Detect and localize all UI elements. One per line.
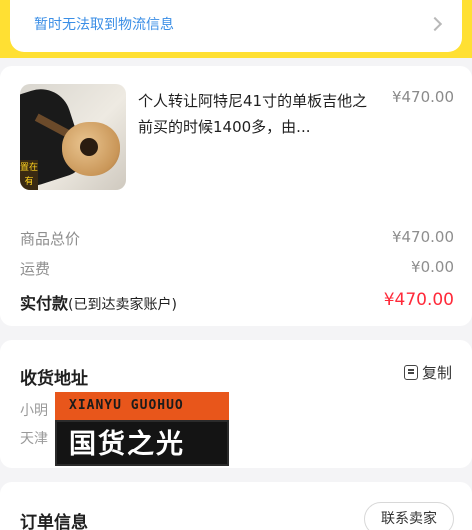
copy-label[interactable]: 复制 xyxy=(422,362,452,383)
order-summary-card: 置在有 个人转让阿特尼41寸的单板吉他之前买的时候1400多，由... ¥470… xyxy=(0,66,472,326)
copy-icon[interactable] xyxy=(403,365,418,380)
product-title[interactable]: 个人转让阿特尼41寸的单板吉他之前买的时候1400多，由... xyxy=(138,88,368,140)
paid-sublabel: (已到达卖家账户) xyxy=(68,297,177,313)
chevron-right-icon[interactable] xyxy=(427,16,443,32)
product-item[interactable]: 置在有 个人转让阿特尼41寸的单板吉他之前买的时候1400多，由... ¥470… xyxy=(20,84,454,192)
recipient-name: 小明 xyxy=(20,403,48,419)
order-info-title: 订单信息 xyxy=(20,513,88,530)
shipping-value: ¥0.00 xyxy=(411,258,454,276)
recipient-city: 天津 xyxy=(20,431,48,447)
goods-total-value: ¥470.00 xyxy=(391,228,454,246)
product-price: ¥470.00 xyxy=(391,88,454,106)
goods-total-label: 商品总价 xyxy=(20,230,81,248)
paid-label: 实付款 xyxy=(20,294,69,313)
goods-total-row: 商品总价 ¥470.00 xyxy=(20,228,454,249)
guitar-soundhole-shape xyxy=(80,138,98,156)
order-info-card: 订单信息 联系卖家 xyxy=(0,482,472,530)
paid-row: 实付款(已到达卖家账户) ¥470.00 xyxy=(20,290,454,314)
watermark-bottom-text: 国货之光 xyxy=(55,420,229,466)
paid-label-group: 实付款(已到达卖家账户) xyxy=(20,290,177,314)
logistics-message[interactable]: 暂时无法取到物流信息 xyxy=(34,14,430,34)
thumbnail-tag: 置在有 xyxy=(20,160,38,190)
shipping-row: 运费 ¥0.00 xyxy=(20,258,454,279)
paid-value: ¥470.00 xyxy=(383,290,454,310)
product-thumbnail[interactable]: 置在有 xyxy=(20,84,126,190)
copy-address-button[interactable]: 复制 xyxy=(403,362,452,383)
contact-seller-button[interactable]: 联系卖家 xyxy=(364,502,454,530)
watermark-top-text: XIANYU GUOHUO xyxy=(55,392,229,420)
shipping-label: 运费 xyxy=(20,260,51,278)
watermark-badge: XIANYU GUOHUO 国货之光 xyxy=(55,392,229,466)
logistics-card[interactable]: 暂时无法取到物流信息 xyxy=(10,0,462,52)
address-section-title: 收货地址 xyxy=(20,369,88,389)
